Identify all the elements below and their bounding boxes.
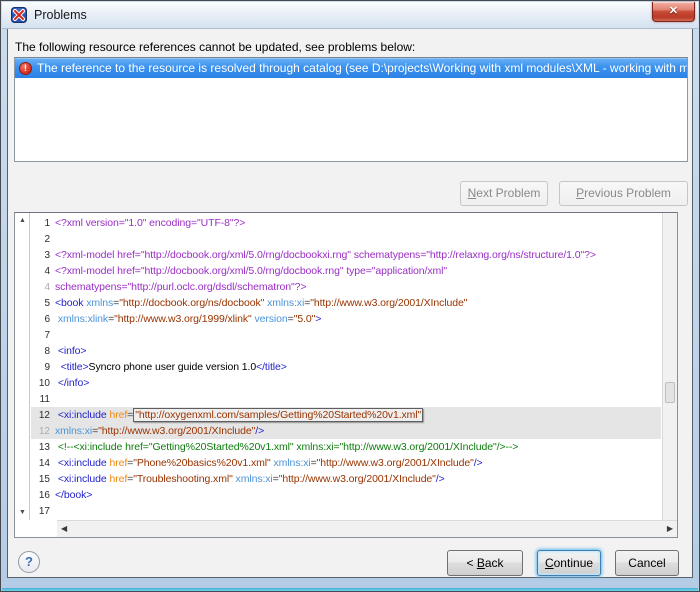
close-icon: ✕ xyxy=(669,5,678,17)
line-number: 12 xyxy=(31,426,55,437)
code-line: 1<?xml version="1.0" encoding="UTF-8"?> xyxy=(31,215,661,231)
error-icon: ! xyxy=(19,62,32,75)
code-line: 4schematypens="http://purl.oclc.org/dsdl… xyxy=(31,279,661,295)
code-line: 13 <!--<xi:include href="Getting%20Start… xyxy=(31,439,661,455)
line-number: 4 xyxy=(31,266,55,277)
line-number: 2 xyxy=(31,234,55,245)
problem-item-selected[interactable]: ! The reference to the resource is resol… xyxy=(15,58,687,78)
help-button[interactable]: ? xyxy=(18,551,40,573)
code-line: 9 <title>Syncro phone user guide version… xyxy=(31,359,661,375)
xml-code-editor[interactable]: ▲ ▼ 1<?xml version="1.0" encoding="UTF-8… xyxy=(14,212,678,538)
code-line: 15 <xi:include href="Troubleshooting.xml… xyxy=(31,471,661,487)
line-number: 17 xyxy=(31,506,55,517)
code-line: 6 xmlns:xlink="http://www.w3.org/1999/xl… xyxy=(31,311,661,327)
line-number: 4 xyxy=(31,282,55,293)
code-line: 11 xyxy=(31,391,661,407)
code-lines: 1<?xml version="1.0" encoding="UTF-8"?> 2… xyxy=(31,215,661,520)
code-line: 8 <info> xyxy=(31,343,661,359)
line-number: 15 xyxy=(31,474,55,485)
scroll-down-icon[interactable]: ▼ xyxy=(15,508,30,518)
problems-list[interactable]: ! The reference to the resource is resol… xyxy=(14,57,688,162)
vertical-scrollbar-thumb[interactable] xyxy=(665,382,675,403)
line-number: 16 xyxy=(31,490,55,501)
code-line: 12xmlns:xi="http://www.w3.org/2001/XIncl… xyxy=(31,423,661,439)
title-bar[interactable]: Problems xyxy=(2,2,698,29)
code-line: 4<?xml-model href="http://docbook.org/xm… xyxy=(31,263,661,279)
instruction-label: The following resource references cannot… xyxy=(15,40,415,54)
scroll-up-icon[interactable]: ▲ xyxy=(15,216,30,226)
continue-button[interactable]: Continue xyxy=(537,550,601,576)
code-line: 14 <xi:include href="Phone%20basics%20v1… xyxy=(31,455,661,471)
dialog-window: Problems ✕ The following resource refere… xyxy=(0,0,700,592)
editor-fold-strip: ▲ ▼ xyxy=(15,213,30,520)
horizontal-scrollbar[interactable]: ◀ ▶ xyxy=(57,520,677,537)
code-line: 12 <xi:include href="http://oxygenxml.co… xyxy=(31,407,661,423)
scroll-left-icon[interactable]: ◀ xyxy=(61,521,67,537)
cancel-button[interactable]: Cancel xyxy=(615,550,679,576)
previous-problem-button[interactable]: Previous Problem xyxy=(559,181,688,206)
code-line: 16</book> xyxy=(31,487,661,503)
close-button[interactable]: ✕ xyxy=(652,2,695,22)
line-number: 9 xyxy=(31,362,55,373)
help-icon: ? xyxy=(25,554,33,569)
oxygen-app-icon xyxy=(11,7,27,23)
line-number: 11 xyxy=(31,394,55,405)
problem-text: The reference to the resource is resolve… xyxy=(37,61,687,75)
line-number: 12 xyxy=(31,410,55,421)
next-problem-button[interactable]: Next Problem xyxy=(460,181,548,206)
code-line: 5<book xmlns="http://docbook.org/ns/docb… xyxy=(31,295,661,311)
code-line: 3<?xml-model href="http://docbook.org/xm… xyxy=(31,247,661,263)
vertical-scrollbar[interactable] xyxy=(662,213,677,520)
back-button[interactable]: < Back xyxy=(447,550,523,576)
line-number: 1 xyxy=(31,218,55,229)
scroll-right-icon[interactable]: ▶ xyxy=(667,521,673,537)
code-line: 2 xyxy=(31,231,661,247)
code-line: 7 xyxy=(31,327,661,343)
line-number: 3 xyxy=(31,250,55,261)
line-number: 14 xyxy=(31,458,55,469)
window-title: Problems xyxy=(34,8,87,22)
line-number: 10 xyxy=(31,378,55,389)
line-number: 6 xyxy=(31,314,55,325)
line-number: 7 xyxy=(31,330,55,341)
line-number: 8 xyxy=(31,346,55,357)
code-line: 17 xyxy=(31,503,661,519)
line-number: 13 xyxy=(31,442,55,453)
line-number: 5 xyxy=(31,298,55,309)
code-line: 10 </info> xyxy=(31,375,661,391)
